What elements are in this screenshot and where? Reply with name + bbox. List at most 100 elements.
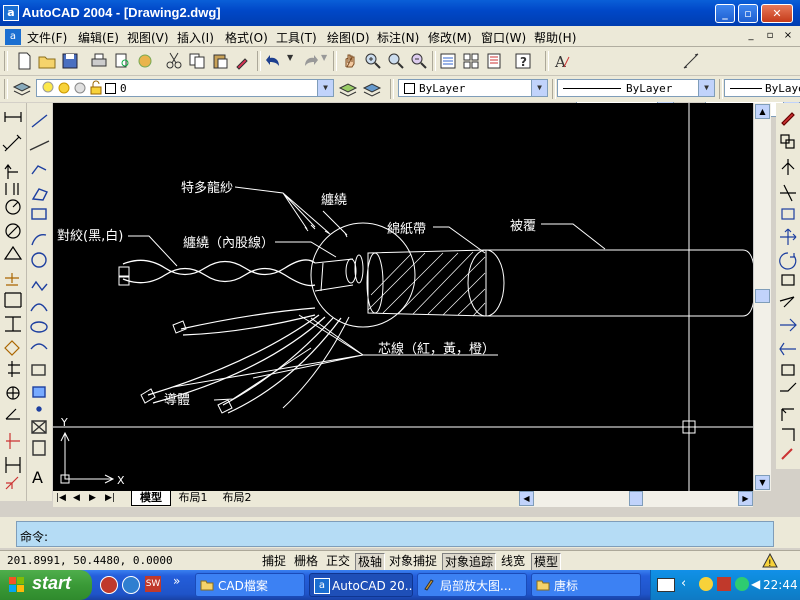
task-detail-image[interactable]: 局部放大图... xyxy=(417,573,527,597)
chevron-down-icon[interactable]: ▼ xyxy=(317,80,333,96)
menu-file[interactable]: 文件(F) xyxy=(27,29,67,46)
tab-model[interactable]: 模型 xyxy=(131,491,171,506)
undo-dropdown-icon[interactable]: ▼ xyxy=(287,53,297,73)
mdi-close-button[interactable]: × xyxy=(781,29,795,43)
maximize-button[interactable]: ▫ xyxy=(738,4,758,23)
model-toggle[interactable]: 模型 xyxy=(531,553,562,571)
menu-tools[interactable]: 工具(T) xyxy=(276,29,317,46)
security-icon[interactable] xyxy=(717,577,731,591)
lightbulb-on-icon[interactable] xyxy=(41,80,55,102)
layer-manager-icon[interactable] xyxy=(12,79,32,99)
autocad-app-icon[interactable]: a xyxy=(3,5,19,21)
tray-expand-icon[interactable]: ‹ xyxy=(681,576,686,591)
first-tab-icon[interactable]: |◀ xyxy=(56,493,66,503)
zoom-previous-icon[interactable] xyxy=(409,51,429,71)
menu-edit[interactable]: 编辑(E) xyxy=(78,29,119,46)
task-tangbiao-folder[interactable]: 唐标 xyxy=(531,573,641,597)
close-button[interactable]: ✕ xyxy=(761,4,793,23)
solidworks-icon[interactable]: SW xyxy=(145,576,161,592)
horizontal-scrollbar[interactable]: ◀ ▶ xyxy=(519,491,753,507)
menu-view[interactable]: 视图(V) xyxy=(127,29,169,46)
match-properties-brush-icon[interactable] xyxy=(233,51,253,71)
menu-insert[interactable]: 插入(I) xyxy=(177,29,214,46)
osnap-toggle[interactable]: 对象捕捉 xyxy=(387,553,439,569)
menu-help[interactable]: 帮助(H) xyxy=(534,29,576,46)
tab-layout2[interactable]: 布局2 xyxy=(217,491,257,505)
media-player-icon[interactable] xyxy=(100,576,118,594)
modify-toolbar-icons[interactable] xyxy=(776,103,800,469)
print-icon[interactable] xyxy=(89,51,109,71)
menu-dimension[interactable]: 标注(N) xyxy=(377,29,419,46)
volume-icon[interactable]: ◀ xyxy=(751,577,760,591)
task-autocad[interactable]: a AutoCAD 20... xyxy=(309,573,413,597)
next-tab-icon[interactable]: ▶ xyxy=(89,493,96,503)
chevron-down-icon[interactable]: ▼ xyxy=(698,80,714,96)
mdi-minimize-button[interactable]: _ xyxy=(744,29,758,43)
draw-toolbar-icons[interactable]: A xyxy=(27,103,52,501)
make-object-layer-current-icon[interactable] xyxy=(338,79,358,99)
help-icon[interactable]: ? xyxy=(513,51,533,71)
internet-explorer-icon[interactable] xyxy=(122,576,140,594)
redo-dropdown-icon[interactable]: ▼ xyxy=(321,53,331,73)
grid-toggle[interactable]: 栅格 xyxy=(292,553,320,569)
command-line[interactable]: 命令: xyxy=(16,521,774,547)
design-center-icon[interactable] xyxy=(461,51,481,71)
copy-icon[interactable] xyxy=(187,51,207,71)
color-combo[interactable]: ByLayer ▼ xyxy=(398,79,548,97)
lineweight-combo[interactable]: ByLayer xyxy=(724,79,800,97)
open-folder-icon[interactable] xyxy=(37,51,57,71)
scroll-right-button[interactable]: ▶ xyxy=(738,491,753,506)
dimension-toolbar-icons[interactable] xyxy=(0,103,26,501)
zoom-realtime-icon[interactable] xyxy=(363,51,383,71)
publish-icon[interactable] xyxy=(135,51,155,71)
drawing-canvas[interactable]: 特多龍紗 纏繞 綿紙帶 被覆 對絞(黑,白) 纏繞（內股線） 芯線（紅，黃，橙）… xyxy=(53,103,756,491)
cut-scissors-icon[interactable] xyxy=(164,51,184,71)
zoom-window-icon[interactable] xyxy=(386,51,406,71)
last-tab-icon[interactable]: ▶| xyxy=(105,493,115,503)
document-icon[interactable]: a xyxy=(5,29,21,45)
dimension-style-icon[interactable] xyxy=(681,51,701,71)
minimize-button[interactable]: _ xyxy=(715,4,735,23)
undo-icon[interactable] xyxy=(264,51,284,71)
scroll-up-button[interactable]: ▲ xyxy=(755,104,770,119)
menu-window[interactable]: 窗口(W) xyxy=(481,29,526,46)
network-icon[interactable] xyxy=(735,577,749,591)
polar-toggle[interactable]: 极轴 xyxy=(355,553,386,571)
lineweight-toggle[interactable]: 线宽 xyxy=(499,553,527,569)
lock-open-icon[interactable] xyxy=(89,80,103,102)
properties-icon[interactable] xyxy=(438,51,458,71)
communication-center-icon[interactable]: ! xyxy=(762,552,778,569)
scroll-down-button[interactable]: ▼ xyxy=(755,475,770,490)
menu-format[interactable]: 格式(O) xyxy=(225,29,268,46)
start-button[interactable]: start xyxy=(0,570,92,600)
new-file-icon[interactable] xyxy=(14,51,34,71)
scroll-left-button[interactable]: ◀ xyxy=(519,491,534,506)
mdi-restore-button[interactable]: ▫ xyxy=(763,29,777,43)
tab-layout1[interactable]: 布局1 xyxy=(173,491,213,505)
redo-icon[interactable] xyxy=(300,51,320,71)
tool-palettes-icon[interactable] xyxy=(484,51,504,71)
vertical-scrollbar[interactable]: ▲ ▼ xyxy=(753,103,771,491)
keyboard-icon[interactable] xyxy=(657,578,675,592)
text-style-icon[interactable]: A xyxy=(552,51,572,71)
pan-realtime-icon[interactable] xyxy=(340,51,360,71)
viewport-freeze-icon[interactable] xyxy=(73,80,87,102)
print-preview-icon[interactable] xyxy=(112,51,132,71)
sun-thaw-icon[interactable] xyxy=(57,80,71,102)
vertical-scroll-thumb[interactable] xyxy=(755,289,770,303)
layer-combo[interactable]: 0 ▼ xyxy=(36,79,334,97)
layer-previous-icon[interactable] xyxy=(362,79,382,99)
menu-modify[interactable]: 修改(M) xyxy=(428,29,472,46)
quick-launch-more-icon[interactable]: » xyxy=(173,574,180,588)
otrack-toggle[interactable]: 对象追踪 xyxy=(442,553,497,571)
save-disk-icon[interactable] xyxy=(60,51,80,71)
ortho-toggle[interactable]: 正交 xyxy=(324,553,352,569)
cable-drawing[interactable]: 特多龍紗 纏繞 綿紙帶 被覆 對絞(黑,白) 纏繞（內股線） 芯線（紅，黃，橙）… xyxy=(53,103,756,491)
messenger-icon[interactable] xyxy=(699,577,713,591)
linetype-combo[interactable]: ByLayer ▼ xyxy=(557,79,715,97)
paste-icon[interactable] xyxy=(210,51,230,71)
snap-toggle[interactable]: 捕捉 xyxy=(260,553,288,569)
task-cad-folder[interactable]: CAD檔案 xyxy=(195,573,305,597)
horizontal-scroll-thumb[interactable] xyxy=(629,491,643,506)
menu-draw[interactable]: 绘图(D) xyxy=(327,29,370,46)
